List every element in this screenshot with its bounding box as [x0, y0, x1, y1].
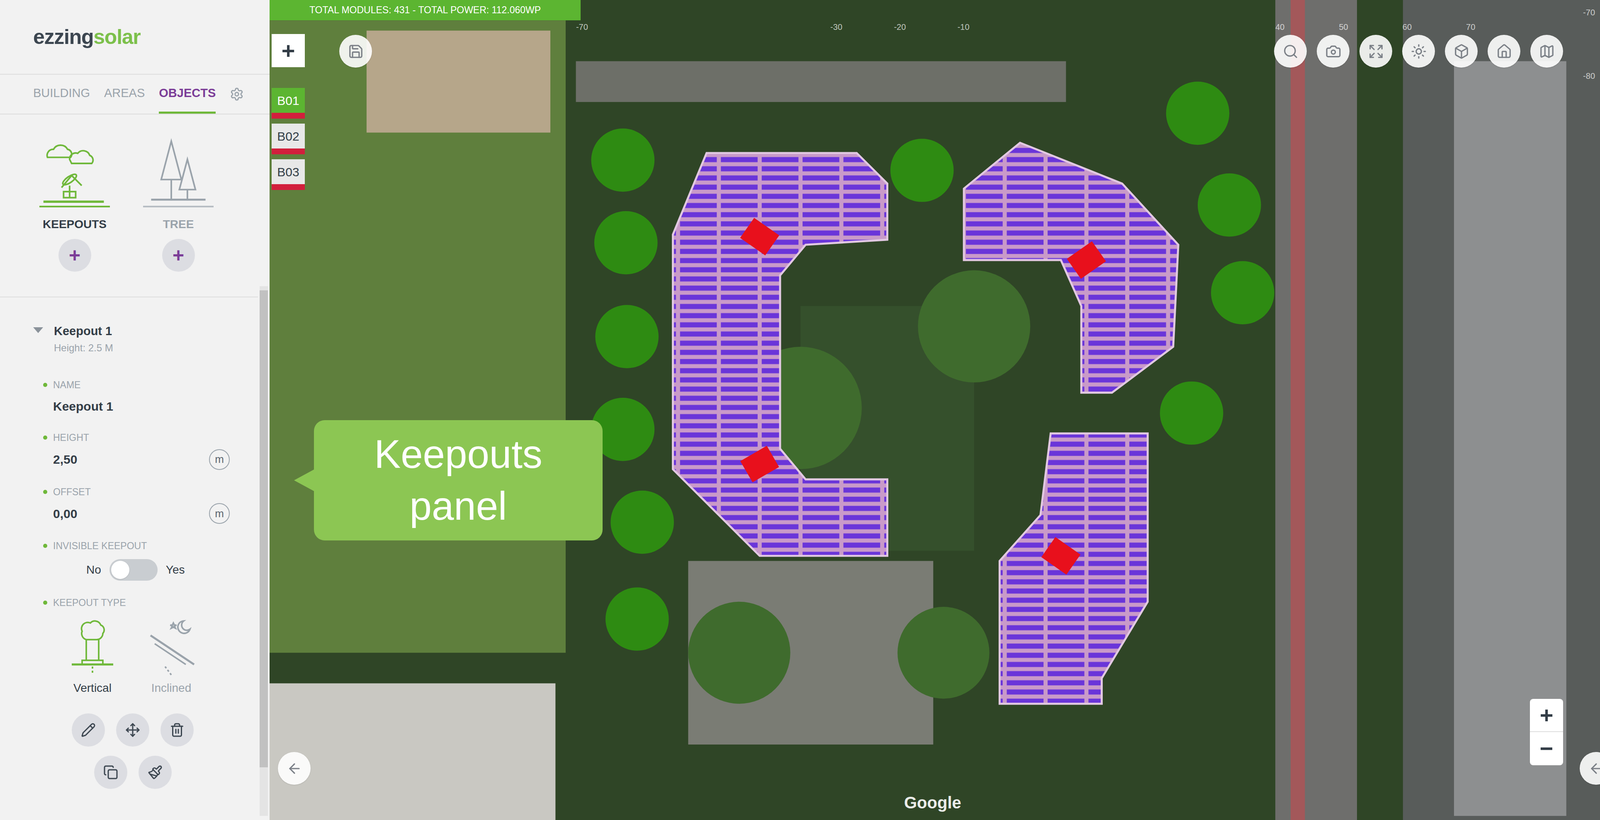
side-panel: ezzingsolarBUILDINGAREASOBJECTSKEEPOUTS+… [0, 0, 270, 820]
keepout-object [1041, 537, 1081, 575]
tabs: BUILDING AREAS OBJECTS [0, 74, 270, 115]
ruler-tick: -70 [1582, 6, 1596, 19]
callout-pointer-icon [294, 469, 314, 492]
field: KEEPOUT TYPEVerticalInclined [53, 595, 245, 698]
unit-badge: m [209, 449, 230, 470]
tree-illustration-icon [143, 135, 214, 206]
ruler-tick: 70 [1466, 20, 1476, 34]
keepout-object [1066, 241, 1106, 280]
building-button[interactable]: B02 [271, 123, 305, 155]
field: INVISIBLE KEEPOUTNoYes [53, 538, 245, 581]
expand-triangle-icon[interactable] [33, 327, 44, 334]
add-object-button[interactable]: + [58, 238, 92, 272]
field-dot [43, 543, 48, 548]
building-roof [963, 142, 1179, 393]
tree-object [1197, 173, 1262, 237]
tab[interactable]: BUILDING [33, 74, 90, 114]
settings-icon[interactable] [229, 87, 244, 102]
aerial-map[interactable] [269, 0, 1600, 820]
building-roof [672, 153, 888, 556]
ruler-tick: -20 [893, 20, 906, 34]
fullscreen-button[interactable] [1359, 34, 1393, 68]
paint-button[interactable] [138, 755, 172, 789]
action-buttons [49, 713, 216, 789]
object-type[interactable]: TREE+ [136, 135, 220, 272]
zoom-out-button[interactable]: − [1529, 731, 1564, 766]
unit-badge: m [209, 503, 230, 524]
building-button[interactable]: B03 [271, 159, 305, 190]
number-input[interactable]: 2,50m [53, 449, 245, 470]
ruler-tick: -10 [957, 20, 970, 34]
field-dot [43, 600, 48, 605]
inclined-keepout-icon [144, 614, 199, 677]
ruler-tick: -30 [830, 20, 843, 34]
app: ezzingsolarBUILDINGAREASOBJECTSKEEPOUTS+… [0, 0, 1600, 820]
expand-panel-button[interactable] [1579, 751, 1600, 785]
ruler-tick: 40 [1275, 20, 1285, 34]
building-list: B01 B02 B03 [271, 87, 305, 190]
camera-button[interactable] [1316, 34, 1350, 68]
tab[interactable]: OBJECTS [158, 74, 216, 114]
choice-option[interactable]: Inclined [140, 614, 203, 697]
tree-object [1166, 81, 1230, 145]
building-button[interactable]: B01 [271, 87, 305, 119]
ruler-tick: 50 [1339, 20, 1349, 34]
toggle[interactable]: NoYes [53, 559, 245, 581]
totals-banner: TOTAL MODULES: 431 - TOTAL POWER: 112.06… [269, 0, 581, 21]
tab[interactable]: AREAS [104, 74, 145, 114]
field-dot [43, 435, 48, 440]
object-type[interactable]: KEEPOUTS+ [33, 135, 117, 272]
3d-view-button[interactable] [1444, 34, 1478, 68]
zoom-in-button[interactable]: + [1529, 698, 1564, 732]
map-toolbar [1274, 34, 1564, 68]
save-button[interactable] [339, 34, 373, 68]
field: HEIGHT2,50m [53, 430, 245, 470]
search-button[interactable] [1274, 34, 1307, 68]
logo: ezzingsolar [0, 0, 270, 75]
edit-button[interactable] [71, 713, 105, 747]
field: NAMEKeepout 1 [53, 377, 245, 416]
number-input[interactable]: 0,00m [53, 503, 245, 524]
tree-object [610, 490, 674, 554]
choice-group: Vertical Inclined [53, 614, 245, 697]
sun-button[interactable] [1402, 34, 1435, 68]
tree-object [605, 587, 669, 651]
delete-button[interactable] [160, 713, 194, 747]
toggle-track[interactable] [109, 559, 158, 581]
vertical-keepout-icon [65, 614, 120, 677]
object-types: KEEPOUTS+TREE+ [0, 114, 258, 298]
tree-object [890, 138, 954, 202]
tree-object [591, 128, 655, 192]
field-dot [43, 382, 48, 387]
tree-object [1210, 260, 1275, 324]
map-layer-button[interactable] [1530, 34, 1564, 68]
duplicate-button[interactable] [94, 755, 128, 789]
add-building-button[interactable]: + [271, 34, 305, 68]
field-dot [43, 489, 48, 494]
keepout-object [740, 217, 780, 256]
callout: Keepouts panel [294, 420, 603, 541]
map-attribution: Google [904, 790, 962, 815]
keepout-detail: Keepout 1Height: 2.5 M NAMEKeepout 1 HEIGH… [0, 297, 270, 789]
tree-object [1159, 381, 1224, 445]
tree-object [595, 304, 659, 368]
map-view[interactable]: -70-30-20-1040506070-80-70TOTAL MODULES:… [269, 0, 1600, 820]
name-input[interactable]: Keepout 1 [53, 396, 245, 416]
scrollbar[interactable] [259, 286, 268, 816]
add-object-button[interactable]: + [162, 238, 195, 272]
zoom-controls: +− [1529, 698, 1564, 766]
home-button[interactable] [1487, 34, 1521, 68]
building-roof [999, 433, 1148, 704]
tree-object [594, 211, 658, 275]
ruler-tick: -70 [576, 20, 589, 34]
move-button[interactable] [116, 713, 150, 747]
keepout-object [740, 445, 780, 483]
keepout-illustration-icon [39, 135, 110, 206]
ruler-tick: -80 [1582, 69, 1596, 83]
collapse-panel-button[interactable] [277, 751, 311, 785]
keepout-header[interactable]: Keepout 1Height: 2.5 M [33, 322, 245, 356]
ruler-tick: 60 [1402, 20, 1412, 34]
choice-option[interactable]: Vertical [61, 614, 124, 697]
field: OFFSET0,00m [53, 484, 245, 525]
